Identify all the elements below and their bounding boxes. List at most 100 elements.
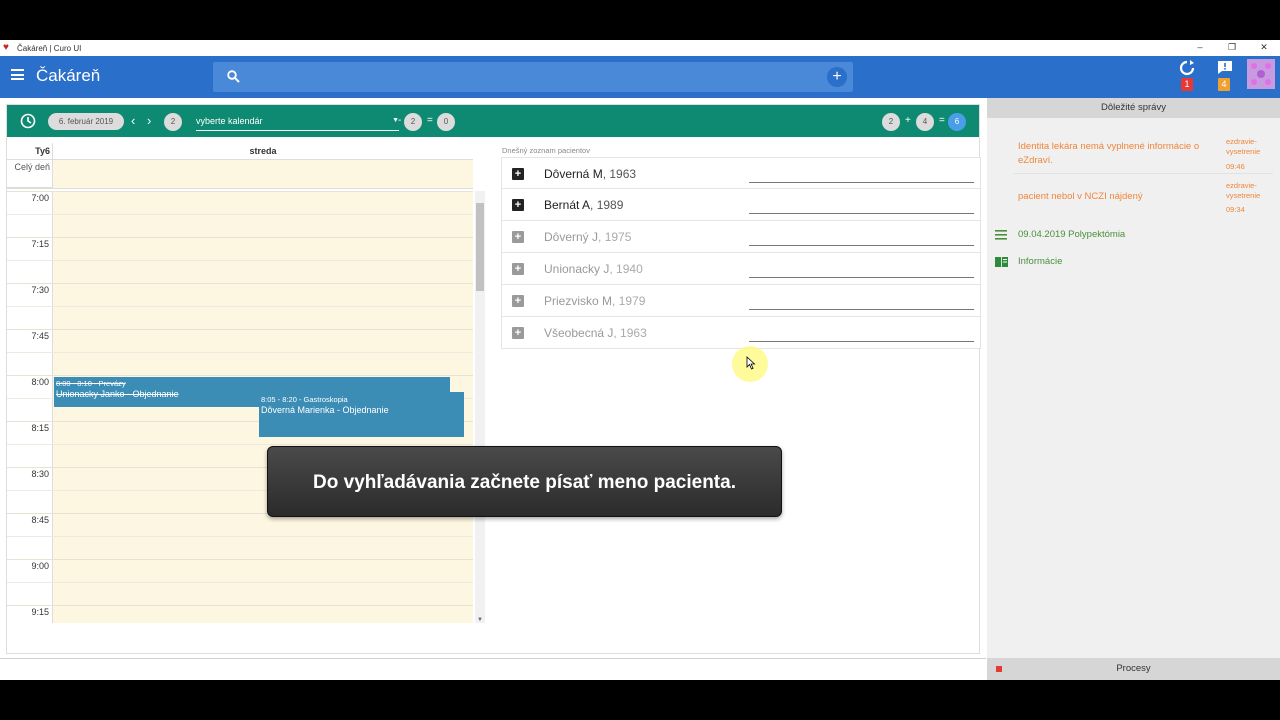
patient-name: Dôverný J, 1975 xyxy=(544,229,631,245)
time-label: 8:00 xyxy=(31,377,49,387)
processes-bar[interactable]: Procesy xyxy=(987,658,1280,680)
half-gridline xyxy=(7,214,473,215)
patient-row[interactable]: + Dôverná M, 1963 xyxy=(501,157,981,189)
add-button[interactable]: + xyxy=(827,67,847,87)
patient-note-field[interactable] xyxy=(749,309,974,310)
medical-cross-icon[interactable]: + xyxy=(512,327,524,339)
sync-icon xyxy=(1179,60,1195,76)
half-gridline xyxy=(7,444,473,445)
patient-row[interactable]: + Priezvisko M, 1979 xyxy=(501,285,981,317)
patient-name: Dôverná M, 1963 xyxy=(544,166,636,182)
equals-symbol-2: = xyxy=(939,115,945,126)
scrollbar-thumb[interactable] xyxy=(476,203,484,291)
patient-surname: Unionacky J xyxy=(544,262,610,276)
message-time: 09:46 xyxy=(1226,162,1245,171)
prev-day-icon[interactable]: ‹ xyxy=(131,113,135,129)
time-label: 9:15 xyxy=(31,607,49,617)
message-item[interactable]: pacient nebol v NCZI nájdený ezdravie-vy… xyxy=(987,176,1280,218)
hour-gridline xyxy=(7,283,473,284)
event-time: 8:05 - 8:20 - Gastroskopia xyxy=(261,395,348,404)
all-day-area[interactable] xyxy=(52,160,473,188)
info-link-text: Informácie xyxy=(1018,256,1063,267)
filter-count-a: 2 xyxy=(404,113,422,131)
patient-name: Unionacky J, 1940 xyxy=(544,261,643,277)
search-bar[interactable]: + xyxy=(213,62,853,92)
next-day-icon[interactable]: › xyxy=(147,113,151,129)
messages-button[interactable]: 4 xyxy=(1215,60,1235,94)
half-gridline xyxy=(7,352,473,353)
patient-row[interactable]: + Unionacky J, 1940 xyxy=(501,253,981,285)
patient-row[interactable]: + Všeobecná J, 1963 xyxy=(501,317,981,349)
medical-cross-icon[interactable]: + xyxy=(512,263,524,275)
week-count: 2 xyxy=(164,113,182,131)
medical-cross-icon[interactable]: + xyxy=(512,199,524,211)
time-label: 7:15 xyxy=(31,239,49,249)
medical-cross-icon[interactable]: + xyxy=(512,231,524,243)
hamburger-menu-icon[interactable] xyxy=(11,69,24,80)
patient-name: Všeobecná J, 1963 xyxy=(544,325,647,341)
patient-note-field[interactable] xyxy=(749,341,974,342)
maximize-button[interactable]: ❐ xyxy=(1216,40,1248,56)
scroll-down-icon[interactable]: ▼ xyxy=(477,617,483,623)
day-calendar: Ty6 streda Celý deň 7:00 7:15 7:30 7:45 8:00… xyxy=(7,143,487,653)
patient-note-field[interactable] xyxy=(749,213,974,214)
patient-birth-year: , 1975 xyxy=(598,230,632,244)
patient-note-field[interactable] xyxy=(749,245,974,246)
message-source: ezdravie-vysetrenie xyxy=(1226,137,1261,156)
mouse-cursor-icon xyxy=(746,356,756,370)
patient-list: Dnešný zoznam pacientov + Dôverná M, 1963… xyxy=(501,145,981,349)
main-panel: 6. február 2019 ‹ › 2 vyberte kalendár ▼… xyxy=(6,104,981,654)
patient-note-field[interactable] xyxy=(749,277,974,278)
half-gridline xyxy=(7,582,473,583)
hour-gridline xyxy=(7,559,473,560)
patient-surname: Dôverná M xyxy=(544,167,603,181)
hour-gridline xyxy=(7,191,473,192)
filter-count-result: 0 xyxy=(437,113,455,131)
patient-list-caption: Dnešný zoznam pacientov xyxy=(502,146,590,155)
minus-symbol: - xyxy=(398,115,402,126)
info-link[interactable]: Informácie xyxy=(987,253,1280,273)
hour-gridline xyxy=(7,605,473,606)
calendar-toolbar: 6. február 2019 ‹ › 2 vyberte kalendár ▼… xyxy=(7,105,979,137)
date-picker[interactable]: 6. február 2019 xyxy=(48,113,124,130)
patient-note-field[interactable] xyxy=(749,182,974,183)
tutorial-caption: Do vyhľadávania začnete písať meno pacie… xyxy=(267,446,782,517)
time-label: 7:30 xyxy=(31,285,49,295)
app-heart-icon: ♥ xyxy=(3,42,9,53)
minimize-button[interactable]: – xyxy=(1184,40,1216,56)
time-label: 8:30 xyxy=(31,469,49,479)
messages-badge: 4 xyxy=(1218,78,1230,91)
messages-title: Dôležité správy xyxy=(987,98,1280,118)
page-title: Čakáreň xyxy=(36,66,101,85)
app-window: ♥ Čakáreň | Curo UI – ❐ ✕ Čakáreň + 1 4 xyxy=(0,40,1280,680)
user-avatar[interactable] xyxy=(1247,59,1275,89)
patient-name: Priezvisko M, 1979 xyxy=(544,293,645,309)
medical-cross-icon[interactable]: + xyxy=(512,295,524,307)
message-item[interactable]: Identita lekára nemá vyplnené informácie… xyxy=(987,126,1280,174)
patient-name: Bernát A, 1989 xyxy=(544,197,623,213)
book-icon xyxy=(995,257,1008,267)
time-label: 9:00 xyxy=(31,561,49,571)
sync-button[interactable]: 1 xyxy=(1178,60,1198,94)
close-button[interactable]: ✕ xyxy=(1248,40,1280,56)
calendar-scrollbar[interactable]: ▼ xyxy=(475,191,485,623)
plus-symbol: + xyxy=(905,115,911,126)
calendar-select[interactable]: vyberte kalendár ▼ xyxy=(196,113,399,131)
message-icon xyxy=(1218,61,1232,74)
calendar-event[interactable]: 8:05 - 8:20 - Gastroskopia Dôverná Marie… xyxy=(259,392,464,437)
clock-icon[interactable] xyxy=(20,113,36,129)
message-time: 09:34 xyxy=(1226,205,1245,214)
all-day-label: Celý deň xyxy=(14,162,50,172)
patient-row[interactable]: + Bernát A, 1989 xyxy=(501,189,981,221)
patient-row[interactable]: + Dôverný J, 1975 xyxy=(501,221,981,253)
messages-panel: Dôležité správy Identita lekára nemá vyp… xyxy=(987,98,1280,658)
patient-birth-year: , 1963 xyxy=(613,326,647,340)
day-label: streda xyxy=(52,143,473,159)
procedure-link[interactable]: 09.04.2019 Polypektómia xyxy=(987,226,1280,246)
medical-cross-icon[interactable]: + xyxy=(512,168,524,180)
list-icon xyxy=(995,230,1007,240)
week-label: Ty6 xyxy=(35,146,50,156)
window-title: Čakáreň | Curo UI xyxy=(17,43,82,53)
half-gridline xyxy=(7,260,473,261)
time-label: 7:45 xyxy=(31,331,49,341)
